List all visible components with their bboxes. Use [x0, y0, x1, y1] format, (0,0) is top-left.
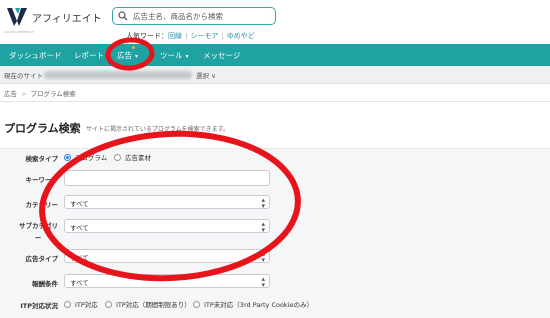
ad-type-select[interactable]: すべて ▴ ▾	[64, 249, 270, 264]
breadcrumb: 広告 > プログラム検索	[4, 88, 76, 98]
nav-label: レポート	[74, 51, 104, 60]
chevron-down-icon: ▾	[185, 53, 189, 60]
checkbox-label: ITP対応	[75, 301, 98, 309]
search-box[interactable]: 広告主名、商品名から検索	[112, 7, 276, 25]
page-title: プログラム検索	[4, 122, 81, 135]
nav-dashboard[interactable]: ダッシュボード	[9, 50, 62, 61]
select-value: すべて	[70, 224, 89, 232]
popular-label: 人気ワード：	[126, 32, 168, 40]
sub-category-label: サブカテゴリ	[19, 222, 58, 230]
itp-option-unsupported[interactable]: ITP未対応（3rd Party Cookieのみ）	[193, 299, 313, 309]
popular-keyword-link[interactable]: 回線	[168, 32, 182, 40]
valuecommerce-logo[interactable]	[6, 6, 28, 28]
select-arrows-icon: ▴ ▾	[261, 220, 265, 234]
nav-label: メッセージ	[203, 51, 241, 60]
search-type-label: 検索タイプ	[25, 155, 59, 163]
search-input[interactable]: 広告主名、商品名から検索	[133, 11, 223, 22]
site-selector-bar: 現在のサイト 選択 ∨	[0, 66, 550, 84]
sub-category-select[interactable]: すべて ▴ ▾	[64, 219, 270, 234]
current-site-label: 現在のサイト	[4, 72, 43, 80]
checkbox-icon	[64, 300, 71, 308]
nav-report[interactable]: レポート	[74, 50, 104, 61]
chevron-down-icon: ▾	[135, 53, 139, 60]
divider: |	[221, 32, 224, 40]
radio-icon	[114, 153, 121, 161]
site-name-redacted	[44, 71, 192, 79]
sub-category-label-line2: ー	[34, 234, 42, 242]
itp-option-limited[interactable]: ITP対応（期間制限あり）	[105, 299, 191, 309]
checkbox-label: ITP対応（期間制限あり）	[116, 301, 191, 309]
select-arrows-icon: ▴ ▾	[261, 250, 265, 264]
select-value: すべて	[70, 200, 89, 208]
checkbox-label: ITP未対応（3rd Party Cookieのみ）	[204, 301, 313, 309]
select-value: すべて	[70, 279, 89, 287]
divider: |	[185, 32, 188, 40]
logo-caption: VALUECOMMERCE	[4, 30, 34, 34]
notification-dot	[132, 46, 135, 49]
radio-ad-material[interactable]: 広告素材	[114, 152, 151, 162]
nav-label: ダッシュボード	[9, 51, 62, 60]
select-arrows-icon: ▴ ▾	[261, 275, 265, 289]
ad-type-label: 広告タイプ	[25, 255, 59, 263]
nav-label: ツール	[160, 51, 183, 60]
main-nav: ダッシュボード レポート 広告 ▾ ツール ▾ メッセージ	[0, 44, 550, 66]
nav-messages[interactable]: メッセージ	[203, 50, 240, 61]
keyword-label: キーワード	[25, 176, 59, 184]
category-label: カテゴリー	[25, 201, 59, 209]
search-icon	[118, 11, 128, 21]
brand-name[interactable]: アフィリエイト	[32, 10, 102, 25]
nav-label: 広告	[117, 51, 132, 60]
breadcrumb-current: プログラム検索	[30, 90, 76, 98]
divider	[0, 101, 550, 102]
checkbox-icon	[193, 300, 200, 308]
popular-keyword-link[interactable]: シーモア	[190, 32, 218, 40]
reward-condition-label: 報酬条件	[32, 280, 58, 288]
header: VALUECOMMERCE アフィリエイト 広告主名、商品名から検索 人気ワード…	[0, 0, 550, 44]
keyword-input[interactable]	[64, 170, 270, 186]
radio-label: 広告素材	[125, 154, 151, 162]
search-form: 検索タイプ プログラム 広告素材 キーワード カテゴリー すべて ▴ ▾ サブカテゴ…	[0, 142, 550, 318]
radio-label: プログラム	[75, 154, 108, 162]
site-select-dropdown[interactable]: 選択 ∨	[196, 70, 216, 80]
breadcrumb-root[interactable]: 広告	[4, 90, 17, 98]
itp-label: ITP対応状況	[20, 302, 58, 310]
popular-words: 人気ワード：回線 | シーモア | ゆめやど	[126, 31, 255, 41]
radio-program[interactable]: プログラム	[64, 152, 107, 162]
breadcrumb-separator: >	[21, 90, 27, 98]
itp-option-supported[interactable]: ITP対応	[64, 299, 98, 309]
radio-icon	[64, 153, 71, 161]
page-subtitle: サイトに掲示されているプログラムを検索できます。	[86, 126, 230, 133]
category-select[interactable]: すべて ▴ ▾	[64, 195, 270, 210]
checkbox-icon	[105, 300, 112, 308]
reward-condition-select[interactable]: すべて ▴ ▾	[64, 274, 270, 289]
select-arrows-icon: ▴ ▾	[261, 196, 265, 210]
popular-keyword-link[interactable]: ゆめやど	[227, 32, 255, 40]
nav-tools[interactable]: ツール ▾	[160, 50, 189, 61]
select-value: すべて	[70, 254, 89, 262]
nav-ads[interactable]: 広告 ▾	[117, 46, 139, 61]
